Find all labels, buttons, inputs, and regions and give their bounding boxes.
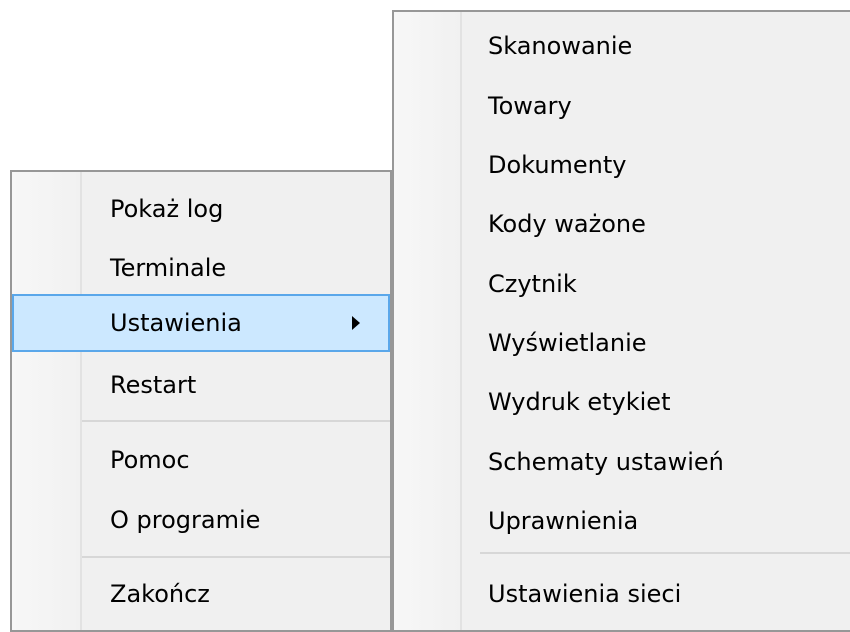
submenu-item-goods[interactable]: Towary [488, 89, 572, 123]
submenu-item-label-printing[interactable]: Wydruk etykiet [488, 385, 670, 419]
screen: { "main_menu": { "items": [ {"label": "P… [0, 0, 850, 632]
settings-submenu: Skanowanie Towary Dokumenty Kody ważone … [392, 10, 850, 632]
submenu-item-display[interactable]: Wyświetlanie [488, 326, 647, 360]
menu-item-exit[interactable]: Zakończ [110, 577, 210, 611]
menu-item-help[interactable]: Pomoc [110, 443, 190, 477]
submenu-item-weighted-codes[interactable]: Kody ważone [488, 207, 646, 241]
submenu-item-scanning[interactable]: Skanowanie [488, 29, 632, 63]
submenu-item-documents[interactable]: Dokumenty [488, 148, 627, 182]
submenu-arrow-icon [352, 316, 360, 330]
menu-item-settings[interactable]: Ustawienia [12, 294, 390, 352]
submenu-item-reader[interactable]: Czytnik [488, 267, 577, 301]
menu-item-terminals[interactable]: Terminale [110, 251, 226, 285]
main-menu-separator-1 [82, 420, 390, 422]
menu-item-about[interactable]: O programie [110, 503, 260, 537]
submenu-item-network-settings[interactable]: Ustawienia sieci [488, 577, 681, 611]
menu-item-show-log[interactable]: Pokaż log [110, 192, 223, 226]
main-menu-separator-2 [82, 556, 390, 558]
submenu-item-permissions[interactable]: Uprawnienia [488, 504, 638, 538]
submenu-gutter [394, 12, 462, 630]
main-context-menu: Pokaż log Terminale Ustawienia Restart P… [10, 170, 392, 632]
menu-item-restart[interactable]: Restart [110, 368, 196, 402]
main-menu-gutter [12, 172, 82, 630]
submenu-item-settings-schemes[interactable]: Schematy ustawień [488, 445, 724, 479]
submenu-separator [480, 552, 850, 554]
menu-item-settings-label: Ustawienia [110, 309, 242, 337]
